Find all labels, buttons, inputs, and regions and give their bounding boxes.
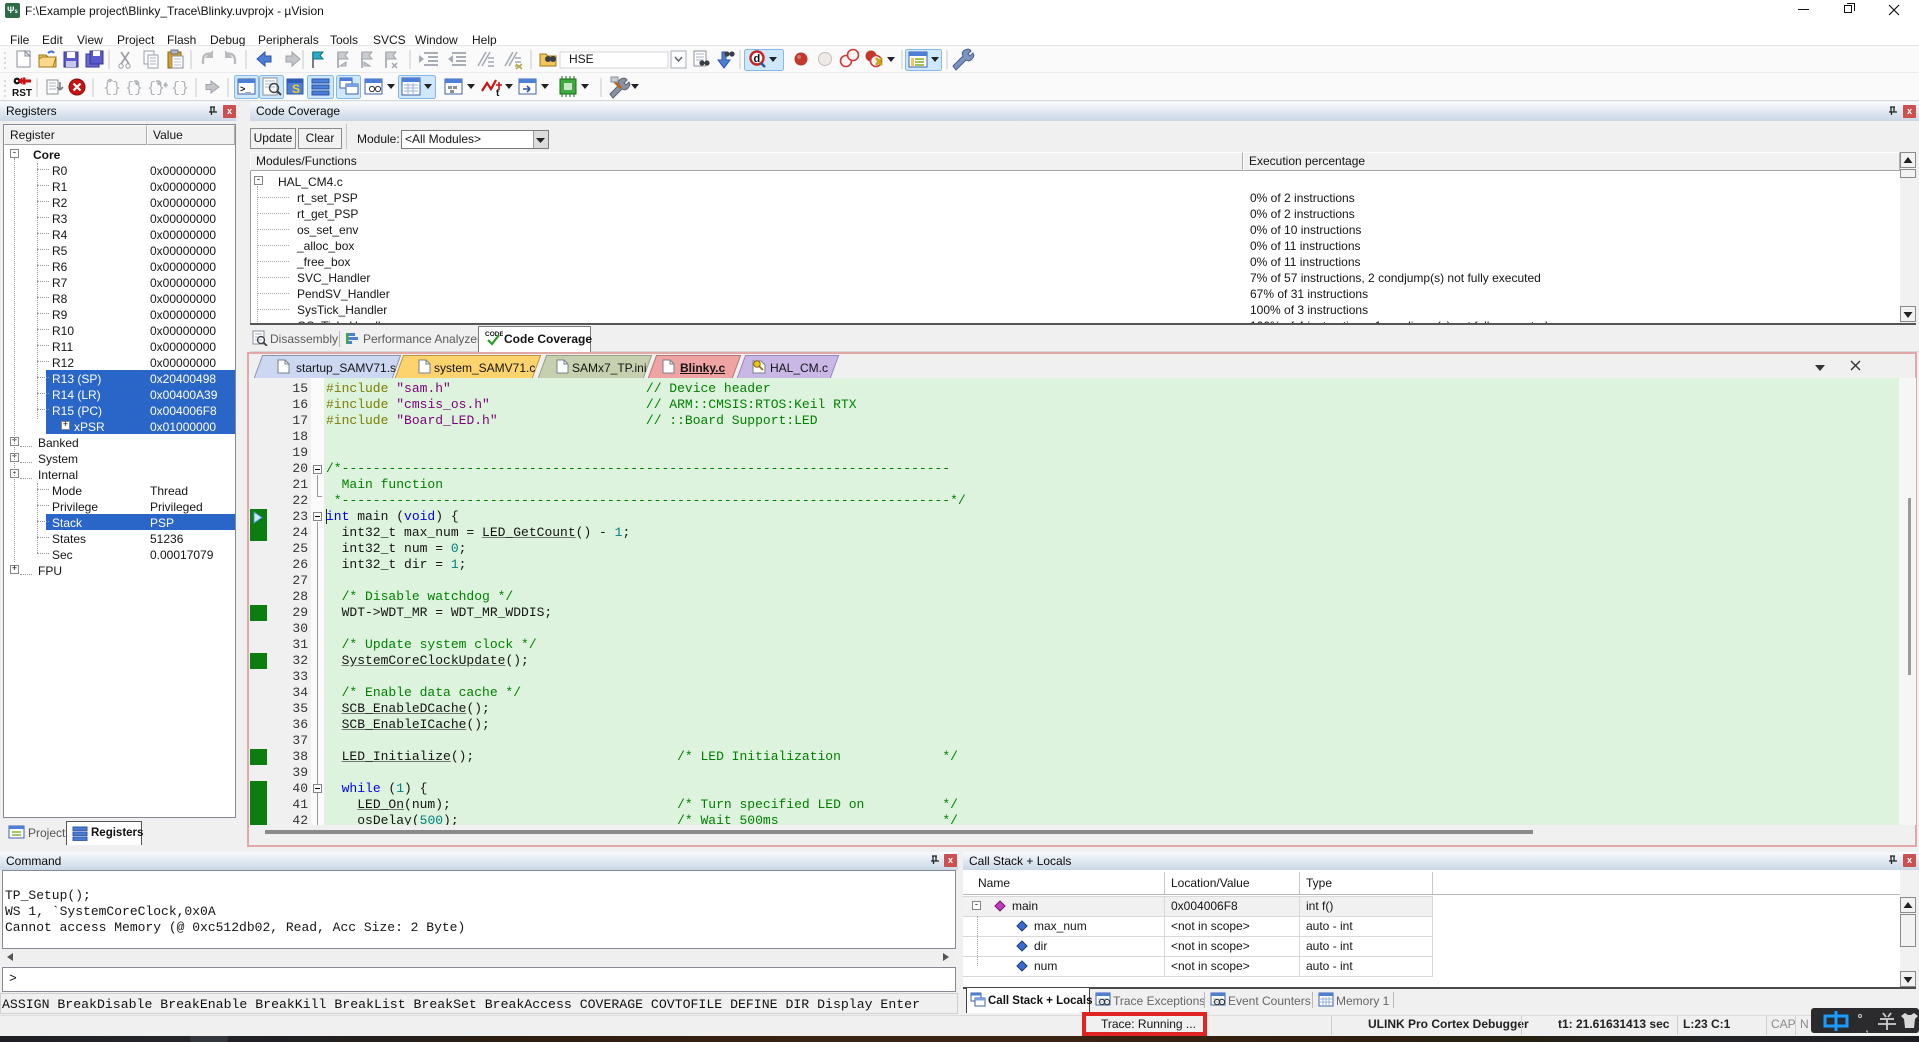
- svg-text:>_: >_: [240, 85, 251, 95]
- svg-text:CODE: CODE: [485, 331, 503, 338]
- svg-text:{}: {}: [125, 80, 143, 97]
- svg-text:S: S: [292, 82, 300, 96]
- svg-text:d: d: [754, 53, 761, 65]
- svg-text:{}: {}: [103, 80, 121, 97]
- svg-text:{}: {}: [171, 80, 189, 97]
- svg-text:RST: RST: [12, 88, 32, 99]
- svg-text:{}: {}: [147, 80, 165, 97]
